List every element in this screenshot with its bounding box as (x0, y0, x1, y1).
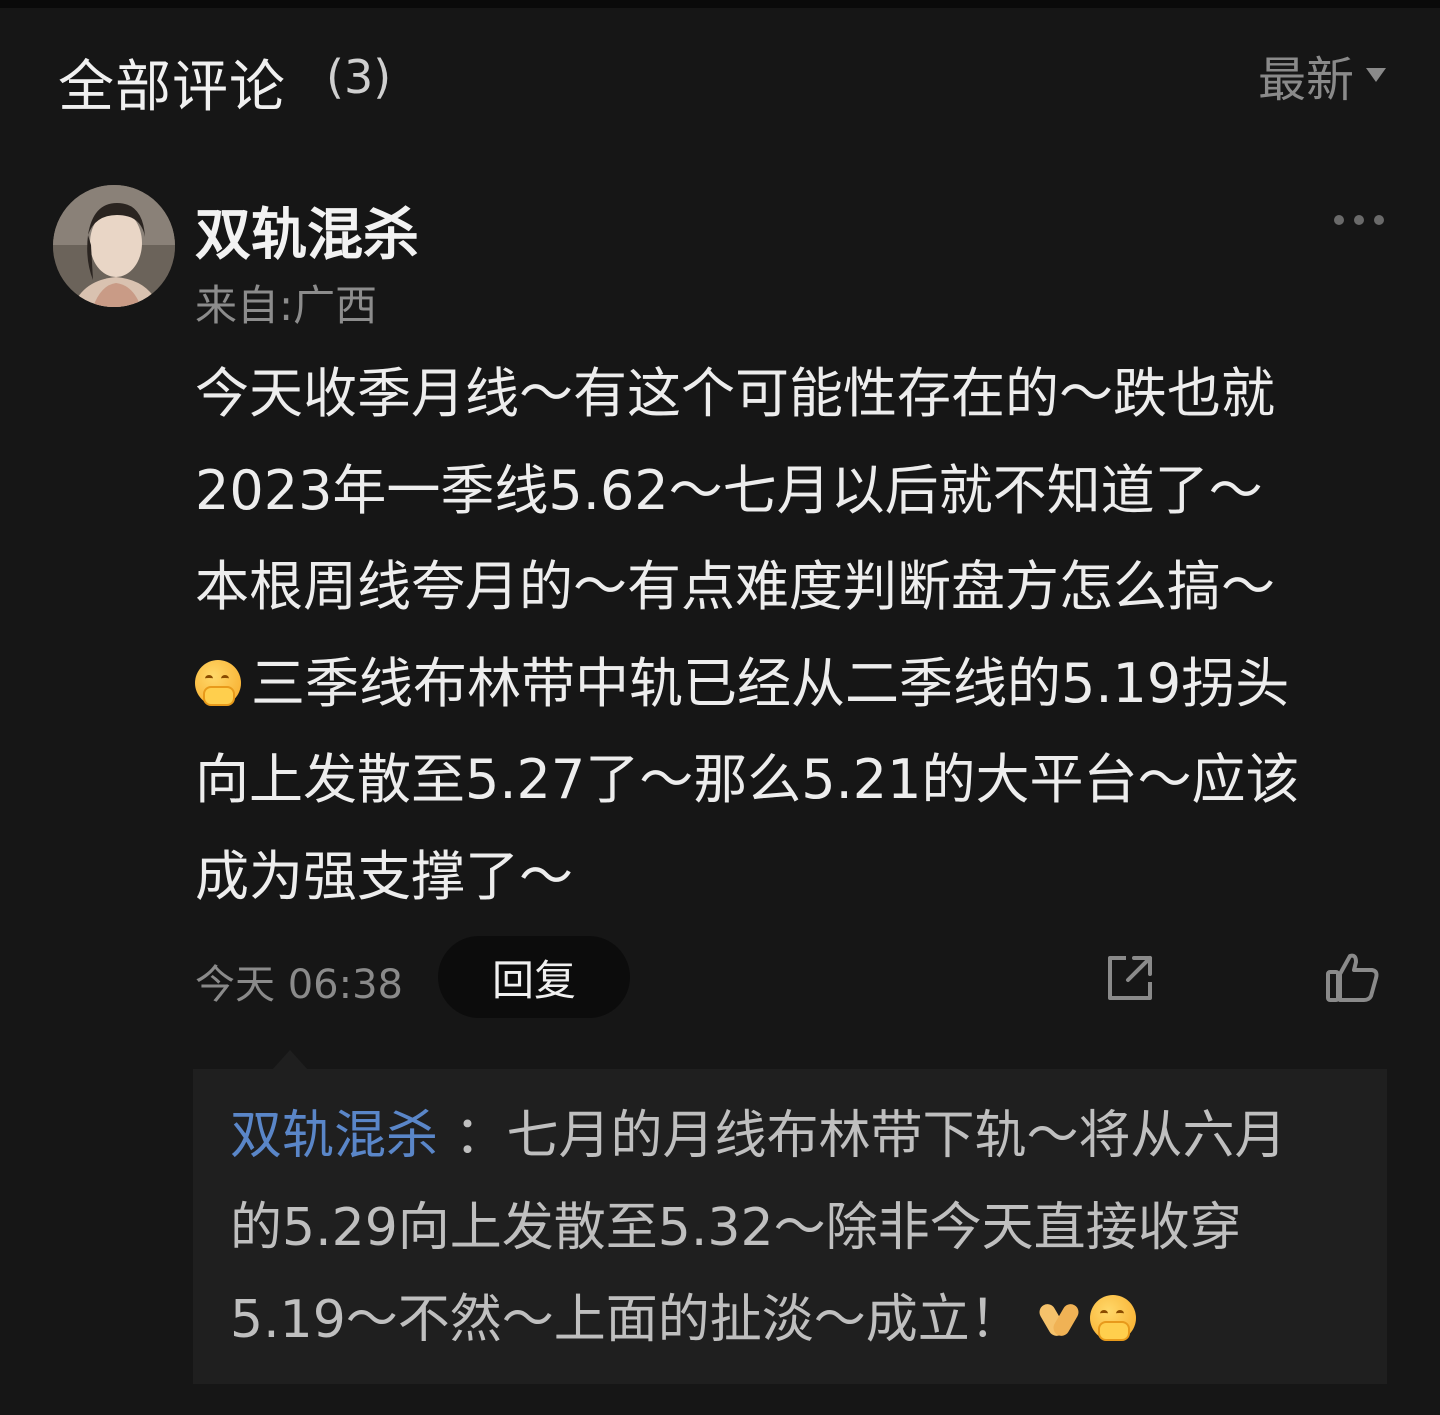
sort-label: 最新 (1257, 52, 1354, 108)
sub-reply-line-text: 七月的月线布林带下轨～将从六月 (506, 1106, 1287, 1166)
comment-line: 今天收季月线～有这个可能性存在的～跌也就 (195, 362, 1275, 425)
sub-reply-author[interactable]: 双轨混杀 (230, 1106, 438, 1166)
reply-pointer (272, 1050, 308, 1070)
comment-time: 今天 06:38 (195, 962, 403, 1008)
sub-reply-line-with-emoji: 5.19～不然～上面的扯淡～成立！ (230, 1274, 1370, 1366)
comment-location: 来自:广西 (195, 281, 378, 330)
thumbs-up-icon[interactable] (1324, 950, 1380, 1004)
comments-count: (3) (326, 50, 392, 104)
comment-author[interactable]: 双轨混杀 (195, 190, 419, 271)
comment-body: 今天收季月线～有这个可能性存在的～跌也就 2023年一季线5.62～七月以后就不… (195, 346, 1390, 925)
status-strip (0, 0, 1440, 8)
sub-reply-line-text: 5.19～不然～上面的扯淡～成立！ (230, 1290, 1022, 1350)
sort-dropdown[interactable]: 最新 (1258, 40, 1386, 110)
blush-smile-emoji-icon (1090, 1295, 1137, 1341)
comment-line: 向上发散至5.27了～那么5.21的大平台～应该 (195, 748, 1300, 811)
sub-reply-line: 双轨混杀 ：七月的月线布林带下轨～将从六月 (230, 1090, 1370, 1182)
sub-reply-box[interactable]: 双轨混杀 ：七月的月线布林带下轨～将从六月 的5.29向上发散至5.32～除非今… (193, 1069, 1387, 1384)
sub-reply-separator: ： (438, 1106, 507, 1166)
sub-reply-line: 的5.29向上发散至5.32～除非今天直接收穿 (230, 1198, 1242, 1258)
share-icon[interactable] (1104, 952, 1156, 1004)
more-dots-icon[interactable] (1334, 215, 1384, 225)
comment-line: 2023年一季线5.62～七月以后就不知道了～ (195, 458, 1263, 522)
comment-line-text: 三季线布林带中轨已经从二季线的5.19拐头 (251, 651, 1290, 715)
comment-line: 本根周线夸月的～有点难度判断盘方怎么搞～ (195, 555, 1275, 618)
clap-emoji-icon (1038, 1295, 1084, 1341)
avatar-portrait-image (53, 185, 175, 307)
avatar[interactable] (53, 185, 175, 307)
comment-line-with-emoji: 三季线布林带中轨已经从二季线的5.19拐头 (195, 636, 1390, 733)
comments-header: 全部评论 (3) 最新 (0, 30, 1440, 120)
reply-button[interactable]: 回复 (438, 936, 630, 1018)
sub-reply-text: 双轨混杀 ：七月的月线布林带下轨～将从六月 的5.29向上发散至5.32～除非今… (230, 1090, 1370, 1366)
comments-title: 全部评论 (58, 55, 286, 120)
comment-line: 成为强支撑了～ (195, 844, 573, 908)
caret-down-icon (1366, 68, 1386, 82)
blush-smile-emoji-icon (195, 659, 241, 706)
